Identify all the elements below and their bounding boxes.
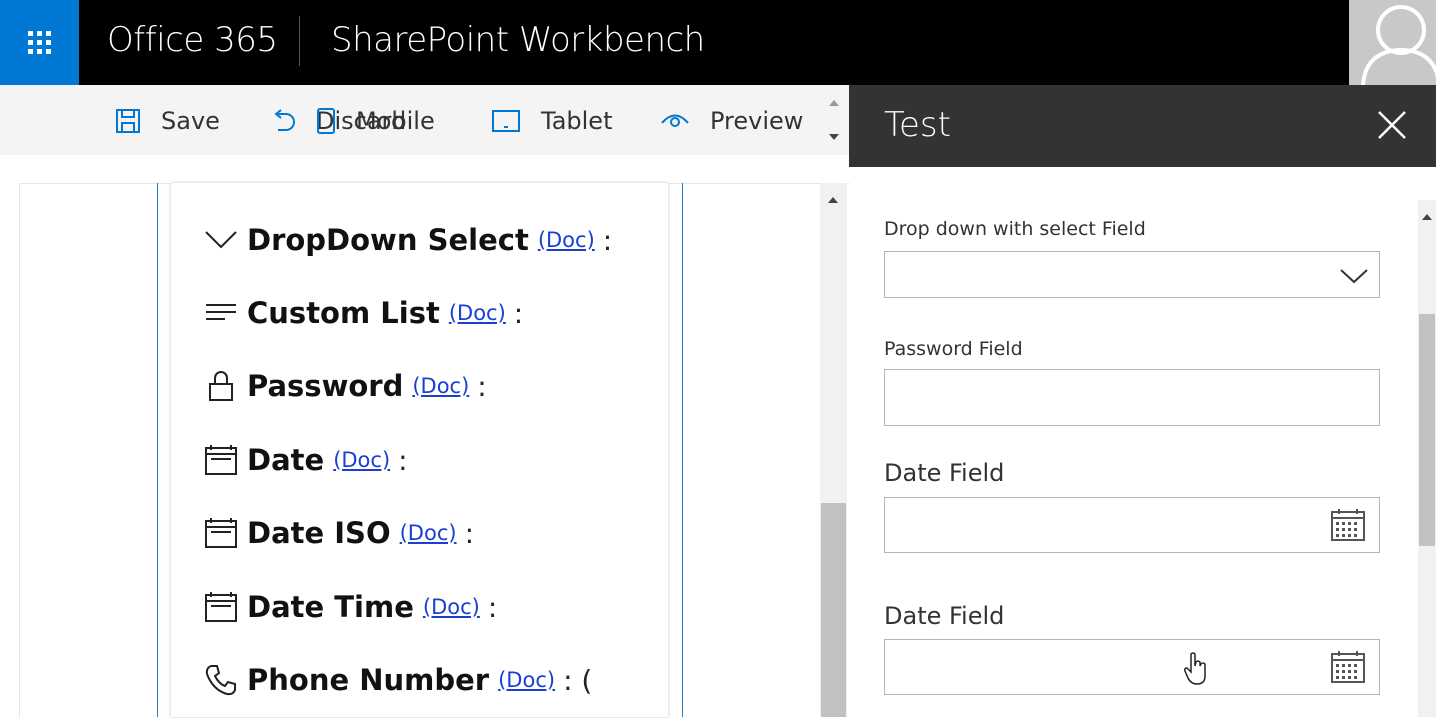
date-field[interactable]	[884, 639, 1380, 695]
user-icon	[1361, 5, 1436, 85]
mobile-button[interactable]: Mobile	[316, 104, 435, 138]
preview-label: Preview	[710, 107, 804, 135]
property-pane-title: Test	[884, 105, 951, 145]
date-label: Date Field	[884, 602, 1005, 630]
lock-icon	[205, 370, 237, 402]
scroll-up-icon[interactable]	[820, 183, 847, 213]
tablet-icon	[492, 110, 520, 132]
password-label: Password Field	[884, 338, 1023, 360]
list-item: Date ISO (Doc) :	[205, 516, 474, 550]
row-suffix: :	[513, 296, 524, 330]
doc-link[interactable]: (Doc)	[333, 448, 390, 472]
list-item: Date Time (Doc) :	[205, 590, 497, 624]
chevron-down-icon	[205, 224, 237, 256]
doc-link[interactable]: (Doc)	[400, 521, 457, 545]
row-suffix: : (	[563, 663, 593, 697]
list-item: Date (Doc) :	[205, 443, 408, 477]
user-avatar[interactable]	[1349, 0, 1436, 85]
mobile-label: Mobile	[356, 107, 435, 135]
field-type-label: Custom List	[247, 296, 440, 330]
doc-link[interactable]: (Doc)	[412, 374, 469, 398]
field-type-label: Date Time	[247, 590, 414, 624]
list-item: Custom List (Doc) :	[205, 296, 523, 330]
zone-border-right	[682, 183, 683, 717]
row-suffix: :	[398, 443, 408, 477]
header-divider	[299, 16, 300, 66]
hand-cursor-icon	[1184, 652, 1206, 685]
tablet-label: Tablet	[541, 107, 613, 135]
field-type-label: Date ISO	[247, 516, 391, 550]
password-field[interactable]	[884, 369, 1380, 426]
calendar-icon	[205, 444, 237, 476]
row-suffix: :	[464, 516, 474, 550]
list-icon	[205, 297, 237, 329]
save-icon	[116, 109, 140, 133]
brand-title[interactable]: Office 365	[107, 20, 278, 60]
dropdown-label: Drop down with select Field	[884, 218, 1146, 240]
calendar-icon	[205, 517, 237, 549]
field-type-label: Phone Number	[247, 663, 490, 697]
app-title: SharePoint Workbench	[331, 20, 705, 60]
list-item: Password (Doc) :	[205, 369, 487, 403]
phone-icon	[205, 664, 237, 696]
date-field[interactable]	[884, 497, 1380, 553]
doc-link[interactable]: (Doc)	[449, 301, 506, 325]
zone-border-left	[157, 183, 158, 717]
doc-link[interactable]: (Doc)	[538, 228, 595, 252]
doc-link[interactable]: (Doc)	[498, 668, 555, 692]
app-launcher-button[interactable]	[0, 0, 79, 85]
toolbar-scroll-arrows[interactable]	[822, 90, 846, 150]
dropdown-select[interactable]	[884, 251, 1380, 298]
row-suffix: :	[487, 590, 498, 624]
row-suffix: :	[602, 223, 613, 257]
list-item: DropDown Select (Doc) :	[205, 223, 612, 257]
calendar-icon[interactable]	[1331, 651, 1365, 683]
calendar-icon	[205, 591, 237, 623]
doc-link[interactable]: (Doc)	[423, 595, 480, 619]
tablet-button[interactable]: Tablet	[491, 104, 612, 138]
field-type-label: Password	[247, 369, 404, 403]
property-pane-scrollbar-thumb[interactable]	[1419, 314, 1435, 546]
save-button[interactable]: Save	[115, 104, 220, 138]
eye-icon	[661, 114, 689, 127]
mobile-icon	[317, 108, 335, 134]
field-type-label: Date	[247, 443, 325, 477]
waffle-icon	[28, 31, 51, 54]
scroll-up-icon[interactable]	[1418, 200, 1436, 230]
calendar-icon[interactable]	[1331, 509, 1365, 541]
preview-button[interactable]: Preview	[660, 104, 803, 138]
save-label: Save	[161, 107, 220, 135]
canvas-scrollbar-thumb[interactable]	[821, 503, 846, 717]
date-label: Date Field	[884, 459, 1005, 487]
row-suffix: :	[477, 369, 487, 403]
field-type-label: DropDown Select	[247, 223, 529, 257]
chevron-down-icon	[1340, 269, 1368, 284]
undo-icon	[274, 109, 295, 131]
list-item: Phone Number (Doc) : (	[205, 663, 592, 697]
close-icon[interactable]	[1375, 108, 1409, 142]
